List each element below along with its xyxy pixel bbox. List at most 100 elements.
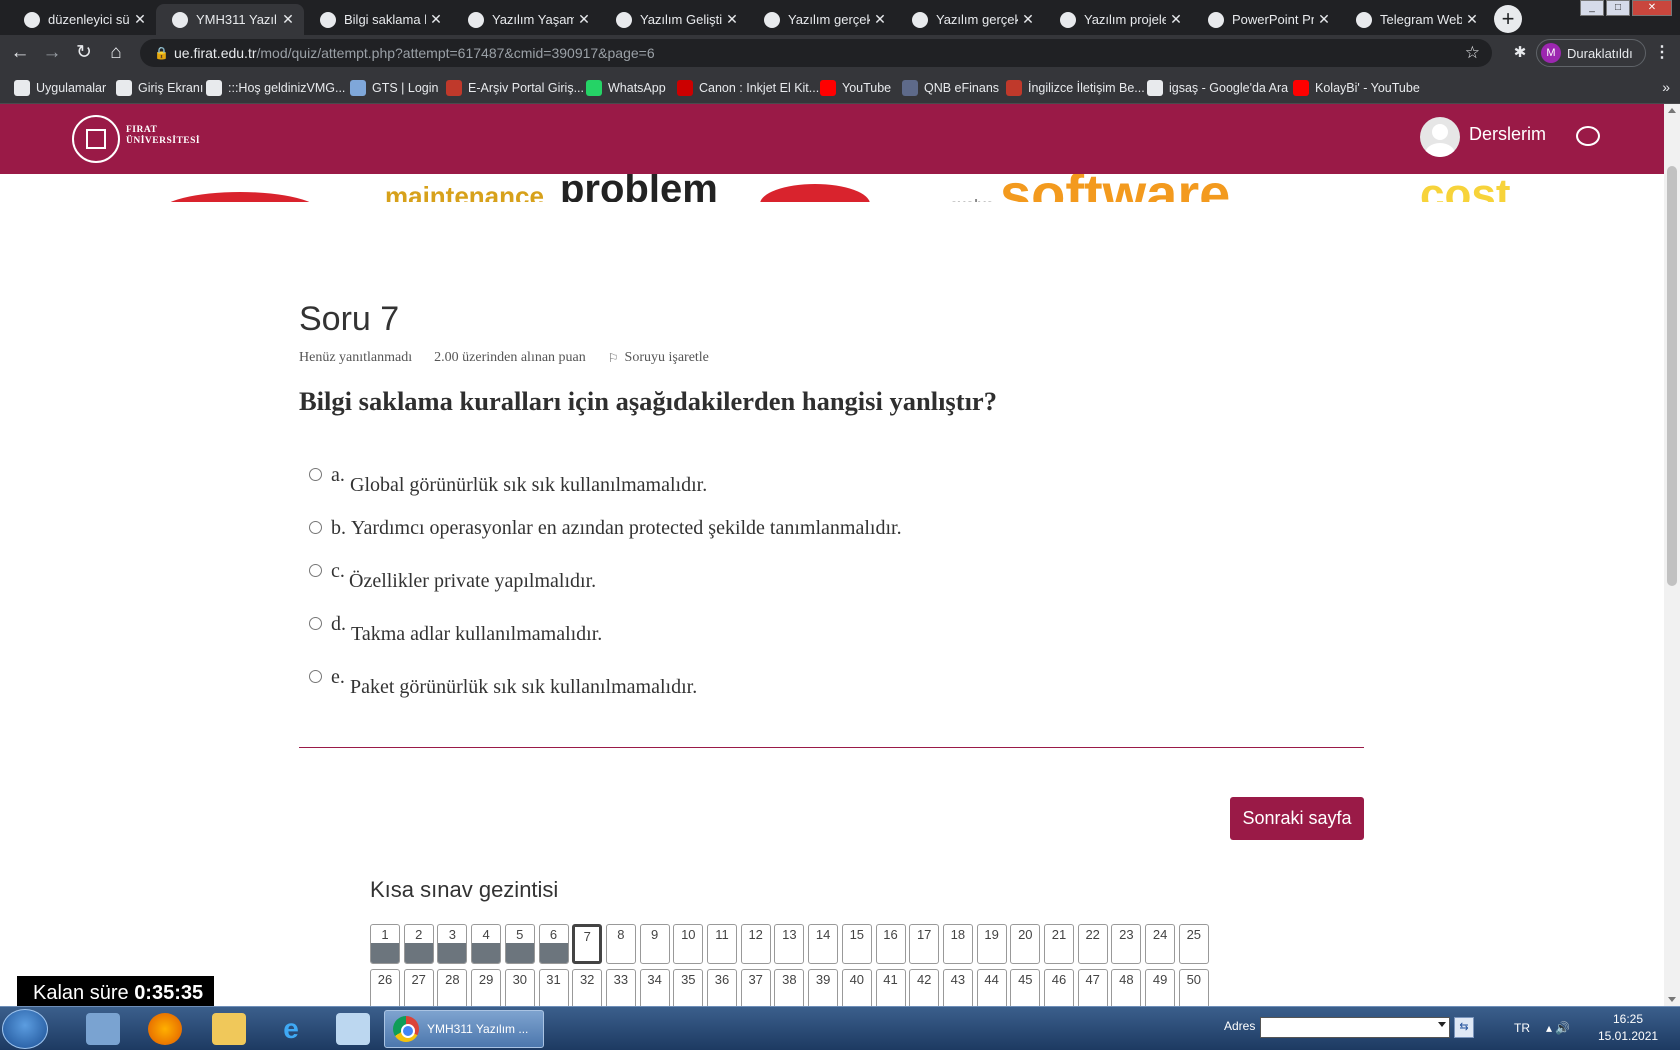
- profile-button[interactable]: M Duraklatıldı: [1536, 39, 1646, 67]
- new-tab-button[interactable]: +: [1494, 5, 1522, 33]
- quiz-nav-question-12[interactable]: 12: [740, 924, 771, 964]
- bookmark-item[interactable]: WhatsApp: [586, 71, 666, 104]
- quiz-nav-question-9[interactable]: 9: [639, 924, 670, 964]
- page-scrollbar[interactable]: [1664, 104, 1680, 1006]
- quiz-nav-question-22[interactable]: 22: [1077, 924, 1108, 964]
- address-bar[interactable]: 🔒 ue.firat.edu.tr/mod/quiz/attempt.php?a…: [140, 39, 1492, 67]
- courses-link[interactable]: Derslerim: [1469, 124, 1546, 145]
- scroll-down-icon[interactable]: [1668, 997, 1676, 1002]
- scroll-up-icon[interactable]: [1668, 108, 1676, 113]
- quiz-nav-question-44[interactable]: 44: [976, 969, 1007, 1006]
- quiz-nav-question-29[interactable]: 29: [471, 969, 502, 1006]
- extensions-icon[interactable]: ✱: [1508, 41, 1532, 65]
- bookmark-item[interactable]: Giriş Ekranı: [116, 71, 203, 104]
- tab-close-icon[interactable]: ✕: [278, 11, 298, 28]
- tab-close-icon[interactable]: ✕: [1166, 11, 1186, 28]
- tab-close-icon[interactable]: ✕: [722, 11, 742, 28]
- browser-tab[interactable]: YMH311 Yazılım✕: [156, 4, 304, 35]
- bookmark-item[interactable]: E-Arşiv Portal Giriş...: [446, 71, 584, 104]
- quiz-nav-question-36[interactable]: 36: [707, 969, 737, 1006]
- quiz-nav-question-8[interactable]: 8: [605, 924, 636, 964]
- system-clock[interactable]: 16:25 15.01.2021: [1598, 1011, 1658, 1045]
- address-toolbar-input[interactable]: [1260, 1017, 1450, 1038]
- quiz-nav-question-27[interactable]: 27: [403, 969, 434, 1006]
- home-icon[interactable]: ⌂: [104, 41, 128, 65]
- quiz-nav-question-49[interactable]: 49: [1145, 969, 1176, 1006]
- bookmark-item[interactable]: GTS | Login: [350, 71, 438, 104]
- more-bookmarks-icon[interactable]: »: [1662, 79, 1670, 95]
- quiz-nav-question-42[interactable]: 42: [909, 969, 940, 1006]
- bookmark-item[interactable]: YouTube: [820, 71, 891, 104]
- quiz-nav-question-48[interactable]: 48: [1111, 969, 1142, 1006]
- quiz-nav-question-11[interactable]: 11: [707, 924, 737, 964]
- tab-close-icon[interactable]: ✕: [130, 11, 150, 28]
- quiz-nav-question-10[interactable]: 10: [673, 924, 704, 964]
- notes-icon[interactable]: [336, 1013, 370, 1045]
- browser-tab[interactable]: Yazılım gerçekle✕: [896, 4, 1044, 35]
- next-page-button[interactable]: Sonraki sayfa: [1230, 797, 1364, 840]
- quiz-nav-question-35[interactable]: 35: [673, 969, 704, 1006]
- bookmark-item[interactable]: Canon : Inkjet El Kit...: [677, 71, 819, 104]
- browser-tab[interactable]: Yazılım gerçekle✕: [748, 4, 896, 35]
- quiz-nav-question-3[interactable]: 3: [437, 924, 468, 964]
- quiz-nav-question-50[interactable]: 50: [1178, 969, 1209, 1006]
- explorer-folder-icon[interactable]: [212, 1013, 246, 1045]
- quiz-nav-question-31[interactable]: 31: [538, 969, 569, 1006]
- internet-explorer-icon[interactable]: e: [274, 1013, 308, 1045]
- radio-button[interactable]: [309, 617, 322, 630]
- quiz-nav-question-4[interactable]: 4: [471, 924, 502, 964]
- quiz-nav-question-5[interactable]: 5: [504, 924, 535, 964]
- quiz-nav-question-7[interactable]: 7: [572, 924, 603, 964]
- quiz-nav-question-28[interactable]: 28: [437, 969, 468, 1006]
- radio-button[interactable]: [309, 564, 322, 577]
- quiz-nav-question-17[interactable]: 17: [909, 924, 940, 964]
- quiz-nav-question-37[interactable]: 37: [740, 969, 771, 1006]
- quiz-nav-question-40[interactable]: 40: [841, 969, 872, 1006]
- reload-icon[interactable]: ↻: [72, 41, 96, 65]
- bookmark-item[interactable]: QNB eFinans: [902, 71, 999, 104]
- quiz-nav-question-43[interactable]: 43: [942, 969, 973, 1006]
- answer-option-b[interactable]: b. Yardımcı operasyonlar en azından prot…: [305, 517, 1205, 557]
- university-logo[interactable]: [72, 115, 120, 163]
- browser-tab[interactable]: düzenleyici süre✕: [8, 4, 156, 35]
- quiz-nav-question-19[interactable]: 19: [976, 924, 1007, 964]
- scrollbar-thumb[interactable]: [1667, 166, 1677, 586]
- flag-question-link[interactable]: ⚐ Soruyu işaretle: [608, 350, 709, 366]
- tab-close-icon[interactable]: ✕: [426, 11, 446, 28]
- quiz-nav-question-26[interactable]: 26: [370, 969, 400, 1006]
- quiz-nav-question-34[interactable]: 34: [639, 969, 670, 1006]
- go-icon[interactable]: ⇆: [1454, 1017, 1474, 1038]
- quiz-nav-question-18[interactable]: 18: [942, 924, 973, 964]
- dropdown-arrow-icon[interactable]: [1438, 1022, 1446, 1027]
- bookmark-item[interactable]: :::Hoş geldinizVMG...: [206, 71, 345, 104]
- back-icon[interactable]: ←: [8, 41, 32, 65]
- start-button[interactable]: [2, 1009, 48, 1049]
- language-indicator[interactable]: TR: [1514, 1021, 1530, 1035]
- radio-button[interactable]: [309, 468, 322, 481]
- bookmark-item[interactable]: İngilizce İletişim Be...: [1006, 71, 1145, 104]
- answer-option-c[interactable]: c. Özellikler private yapılmalıdır.: [305, 560, 1205, 600]
- maximize-button[interactable]: □: [1606, 0, 1630, 16]
- tray-icons[interactable]: ▴ 🔊: [1546, 1021, 1570, 1035]
- quiz-nav-question-6[interactable]: 6: [538, 924, 569, 964]
- firefox-icon[interactable]: [148, 1013, 182, 1045]
- quiz-nav-question-14[interactable]: 14: [808, 924, 839, 964]
- close-window-button[interactable]: ✕: [1632, 0, 1672, 16]
- bookmark-star-icon[interactable]: ☆: [1465, 39, 1480, 67]
- user-avatar[interactable]: [1420, 117, 1460, 157]
- quiz-nav-question-33[interactable]: 33: [605, 969, 636, 1006]
- browser-tab[interactable]: Yazılım Geliştirm✕: [600, 4, 748, 35]
- quiz-nav-question-20[interactable]: 20: [1010, 924, 1041, 964]
- browser-tab[interactable]: PowerPoint Pre ✕: [1192, 4, 1340, 35]
- quiz-nav-question-1[interactable]: 1: [370, 924, 400, 964]
- browser-tab[interactable]: Telegram Web ✕: [1340, 4, 1488, 35]
- tab-close-icon[interactable]: ✕: [1314, 11, 1334, 28]
- quiz-nav-question-21[interactable]: 21: [1044, 924, 1074, 964]
- quiz-nav-question-23[interactable]: 23: [1111, 924, 1142, 964]
- radio-button[interactable]: [309, 521, 322, 534]
- quiz-nav-question-39[interactable]: 39: [808, 969, 839, 1006]
- answer-option-d[interactable]: d. Takma adlar kullanılmamalıdır.: [305, 613, 1205, 653]
- quiz-nav-question-30[interactable]: 30: [504, 969, 535, 1006]
- tab-close-icon[interactable]: ✕: [574, 11, 594, 28]
- quiz-nav-question-25[interactable]: 25: [1178, 924, 1209, 964]
